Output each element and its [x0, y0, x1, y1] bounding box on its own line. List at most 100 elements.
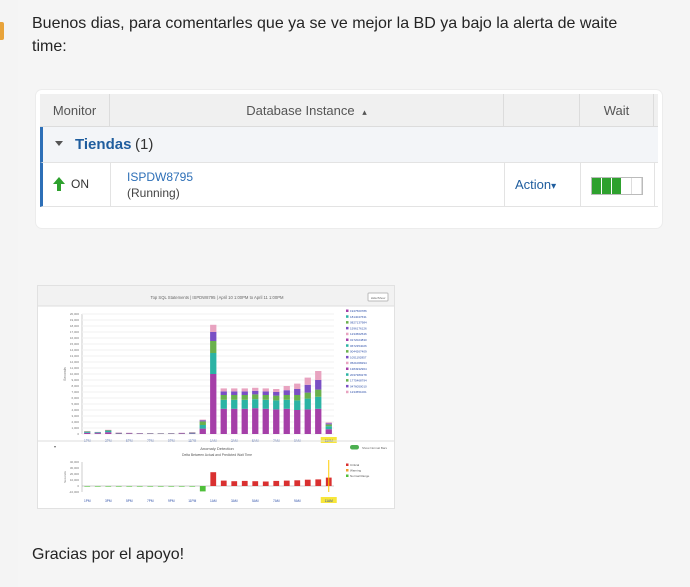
column-header-database-instance[interactable]: Database Instance ▴: [110, 94, 504, 127]
y-tick-label: 14,000: [70, 348, 80, 352]
instance-state: (Running): [127, 186, 180, 200]
anomaly-x-tick-label: 7PM: [147, 499, 154, 503]
legend-entry: 1384932964: [350, 367, 367, 371]
embedded-screenshot-table[interactable]: Monitor Database Instance ▴ Wait Tiendas…: [36, 90, 662, 228]
y-tick-label: 9,000: [71, 378, 79, 382]
legend-entry: 1234562546: [350, 332, 367, 336]
anomaly-bar: [168, 486, 175, 487]
legend-swatch: [346, 326, 349, 330]
bar-segment: [210, 353, 217, 374]
bar-segment: [273, 389, 280, 392]
column-header-monitor[interactable]: Monitor: [40, 94, 110, 127]
anomaly-title: Anomaly Detection: [200, 446, 234, 451]
y-tick-label: 16,000: [70, 336, 80, 340]
anomaly-bar: [262, 481, 269, 486]
bar-segment: [199, 421, 206, 425]
anomaly-x-tick-label: 5PM: [126, 499, 133, 503]
anomaly-subtitle: Delta Between Actual and Predicted Wait …: [182, 453, 252, 457]
bar-segment: [283, 399, 290, 409]
bar-segment: [325, 422, 332, 424]
wait-meter: [591, 177, 643, 195]
y-tick-label: 20,000: [70, 312, 80, 316]
hide-show-button-label: Hide/Show: [371, 296, 386, 300]
anomaly-bar: [136, 486, 143, 487]
anomaly-x-tick-label: 11PM: [188, 499, 196, 503]
bar-segment: [94, 432, 101, 434]
action-dropdown[interactable]: Action▾: [515, 177, 556, 192]
bar-segment: [315, 396, 322, 409]
legend-entry: 1234551001: [350, 390, 367, 394]
legend-swatch: [346, 367, 349, 370]
bar-segment: [252, 399, 259, 409]
column-header-wait[interactable]: Wait: [580, 94, 654, 127]
caret-down-icon[interactable]: [55, 141, 63, 146]
toggle-label: Show Normal Bars: [362, 446, 388, 450]
group-label: Tiendas: [75, 136, 132, 153]
embedded-screenshot-charts[interactable]: Top SQL Statements | ISPDW8795 | April 1…: [37, 285, 395, 509]
bar-segment: [220, 399, 227, 409]
anomaly-bar: [315, 479, 322, 486]
action-label: Action: [515, 177, 552, 192]
anomaly-bar: [283, 480, 290, 486]
legend-entry: 0827137984: [350, 321, 367, 325]
bar-segment: [294, 383, 301, 389]
bar-segment: [199, 419, 206, 421]
anomaly-x-tick-label: 5AM: [252, 499, 259, 503]
message-text-bottom: Gracias por el apoyo!: [32, 546, 185, 563]
anomaly-y-tick-label: 30,000: [70, 466, 80, 470]
bar-segment: [283, 386, 290, 391]
legend-entry: 1051192857: [350, 355, 367, 359]
avatar-edge: [0, 22, 4, 40]
y-tick-label: 13,000: [70, 354, 80, 358]
bar-segment: [231, 395, 238, 400]
message-text-top: Buenos dias, para comentarles que ya se …: [32, 15, 618, 55]
bar-segment: [241, 395, 248, 400]
bar-segment: [199, 428, 206, 434]
y-tick-label: 7,000: [71, 390, 79, 394]
bar-segment: [252, 387, 259, 391]
anomaly-x-tick-label: 3PM: [105, 499, 112, 503]
bar-segment: [294, 400, 301, 410]
bar-segment: [105, 430, 112, 431]
bar-segment: [220, 408, 227, 434]
bar-segment: [241, 391, 248, 395]
group-row-tiendas[interactable]: Tiendas (1): [40, 127, 658, 163]
bar-segment: [231, 399, 238, 409]
bar-segment: [220, 388, 227, 392]
group-count: (1): [135, 136, 154, 153]
legend-swatch: [346, 390, 349, 394]
bar-segment: [315, 380, 322, 390]
bar-segment: [304, 377, 311, 385]
bar-segment: [199, 420, 206, 422]
legend-entry: 1814047631: [350, 315, 367, 319]
bar-segment: [294, 410, 301, 434]
anomaly-bar: [115, 486, 122, 487]
anomaly-y-tick-label: 0: [77, 484, 79, 488]
anomaly-legend-swatch: [346, 474, 349, 477]
anomaly-bar: [210, 472, 217, 486]
anomaly-bar: [252, 481, 259, 486]
instance-link[interactable]: ISPDW8795: [127, 170, 193, 184]
y-tick-label: 6,000: [71, 396, 79, 400]
bar-segment: [325, 424, 332, 427]
legend-swatch: [346, 384, 349, 388]
bar-segment: [210, 332, 217, 341]
anomaly-bar: [147, 486, 154, 487]
toggle-switch: [350, 445, 359, 450]
bar-segment: [210, 374, 217, 434]
bar-segment: [325, 426, 332, 430]
bar-segment: [252, 394, 259, 400]
bar-segment: [199, 425, 206, 429]
anomaly-y-tick-label: 40,000: [70, 460, 80, 464]
anomaly-x-tick-label: 3AM: [231, 499, 238, 503]
anomaly-x-tick-label: 1PM: [84, 499, 91, 503]
anomaly-bar: [199, 486, 206, 492]
legend-swatch: [346, 309, 349, 312]
legend-entry: 0172024830: [350, 338, 367, 342]
legend-entry: 1775468794: [350, 379, 367, 383]
bar-segment: [315, 389, 322, 397]
bar-segment: [304, 392, 311, 399]
bar-segment: [273, 409, 280, 434]
bar-segment: [210, 324, 217, 332]
bar-segment: [283, 408, 290, 434]
